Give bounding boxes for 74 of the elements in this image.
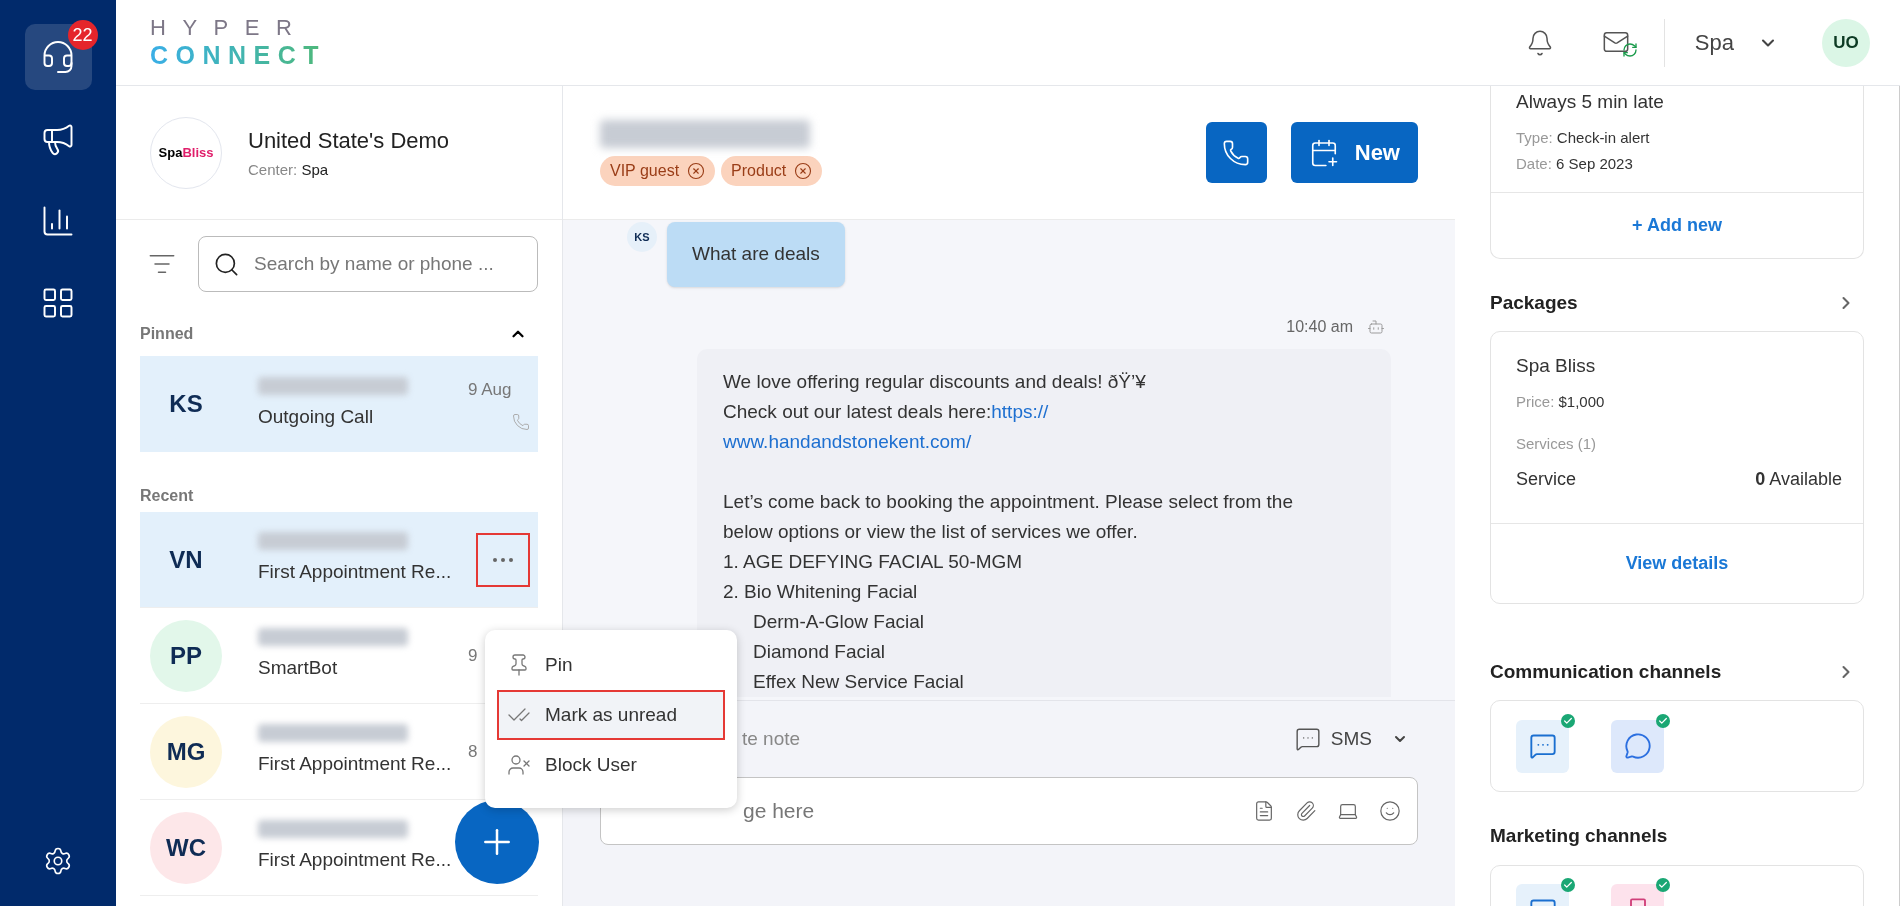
message-date: 8 xyxy=(468,740,478,763)
package-price: Price: $1,000 xyxy=(1516,391,1606,412)
message-preview: Outgoing Call xyxy=(258,404,374,429)
search-field[interactable]: Search by name or phone ... xyxy=(198,236,538,292)
user-avatar[interactable]: UO xyxy=(1822,18,1870,67)
conversation-item[interactable]: VN First Appointment Re... xyxy=(140,512,538,608)
link[interactable]: https:// xyxy=(991,396,1049,427)
conversation-item[interactable]: KS Outgoing Call 9 Aug xyxy=(140,356,538,452)
message-text: Diamond Facial xyxy=(752,639,885,664)
call-button[interactable] xyxy=(1205,122,1267,183)
contact-avatar: MG xyxy=(150,715,222,788)
new-button[interactable]: New xyxy=(1290,122,1418,183)
channel-dropdown[interactable]: SMS xyxy=(1294,724,1408,754)
note-date: Date: 6 Sep 2023 xyxy=(1516,154,1634,174)
contact-avatar: WC xyxy=(150,811,222,884)
section-label: Pinned xyxy=(140,324,194,344)
section-title: Communication channels xyxy=(1490,659,1722,684)
center-info: Center: Spa xyxy=(248,159,330,180)
user-block-icon xyxy=(507,753,531,777)
incoming-message: What are deals xyxy=(667,222,845,287)
service-name: Service xyxy=(1516,467,1577,491)
bot-icon xyxy=(1367,317,1385,336)
settings-icon[interactable] xyxy=(43,846,73,876)
add-new-link[interactable]: + Add new xyxy=(1632,211,1722,239)
message-text: Let’s come back to booking the appointment. Please select from the below options or view the list of services we offer. xyxy=(723,489,1294,544)
channel-tile[interactable] xyxy=(1516,719,1569,773)
message-preview: SmartBot xyxy=(258,656,338,681)
message-text: Derm-A-Glow Facial xyxy=(752,609,925,634)
package-name: Spa Bliss xyxy=(1516,354,1597,378)
search-input[interactable]: Search by name or phone ... xyxy=(254,249,523,279)
message-input[interactable]: ge here xyxy=(743,795,1253,827)
phone-icon xyxy=(1222,138,1251,167)
messenger-icon xyxy=(1623,732,1652,760)
remove-icon[interactable] xyxy=(794,161,813,180)
sender-avatar: KS xyxy=(627,222,657,252)
tag[interactable]: Product xyxy=(721,155,823,186)
attachment-icon[interactable] xyxy=(1295,800,1317,822)
section-title: Marketing channels xyxy=(1490,824,1668,848)
message-text: 1. AGE DEFYING FACIAL 50-MGM xyxy=(723,549,1024,574)
message-text: Effex New Service Facial xyxy=(752,669,964,694)
sms-icon xyxy=(1294,726,1321,752)
notification-badge: 22 xyxy=(67,20,98,50)
message-preview: First Appointment Re... xyxy=(258,848,452,873)
logo-top-text: HYPER xyxy=(150,17,310,39)
menu-item[interactable]: Mark as unread xyxy=(497,690,725,740)
message-field[interactable]: ge here xyxy=(600,777,1418,845)
note-type: Type: Check-in alert xyxy=(1516,127,1651,148)
logo-text: SpaBliss xyxy=(158,143,214,162)
ellipsis-icon xyxy=(493,557,513,562)
message-date: 9 xyxy=(468,644,478,667)
message-preview: First Appointment Re... xyxy=(258,560,452,585)
section-title: Packages xyxy=(1490,290,1578,315)
services-label: Services (1) xyxy=(1516,434,1598,454)
view-details-link[interactable]: View details xyxy=(1625,549,1729,577)
more-button[interactable] xyxy=(476,532,530,587)
location-dropdown[interactable]: Spa xyxy=(1694,26,1778,59)
remove-icon[interactable] xyxy=(687,161,706,180)
chat-icon xyxy=(1528,732,1557,760)
channel-tile[interactable] xyxy=(1611,719,1664,773)
message-text: Check out our latest deals here: xyxy=(723,399,992,424)
emoji-icon[interactable] xyxy=(1379,800,1401,822)
section-label: Recent xyxy=(140,486,195,506)
message-text: 2. Bio Whitening Facial xyxy=(723,579,919,604)
message-time: 10:40 am xyxy=(1286,316,1353,337)
template-icon[interactable] xyxy=(1253,800,1275,822)
org-name: United State's Demo xyxy=(248,126,450,155)
tag[interactable]: VIP guest xyxy=(600,155,716,186)
note-title: Always 5 min late xyxy=(1516,90,1665,114)
contact-avatar: PP xyxy=(150,619,222,692)
service-availability: 0 Available xyxy=(1755,467,1842,491)
message-preview: First Appointment Re... xyxy=(258,752,452,777)
message-text: We love offering regular discounts and deals! ðŸ’¥ xyxy=(723,369,1147,394)
link[interactable]: www.handandstonekent.com/ xyxy=(723,426,972,457)
message-date: 9 Aug xyxy=(468,379,512,402)
